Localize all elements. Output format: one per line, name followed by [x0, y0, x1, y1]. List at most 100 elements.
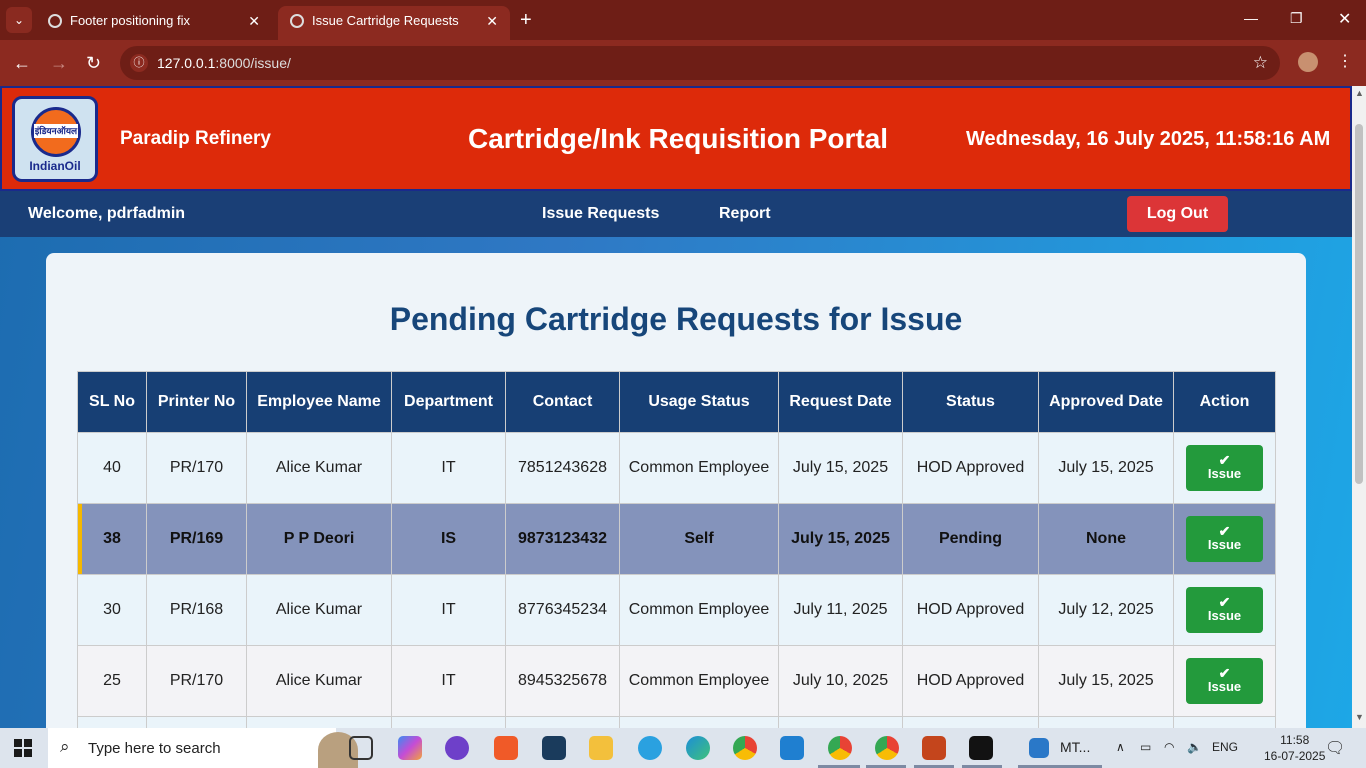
cell-status: HOD Approved [902, 432, 1039, 504]
close-window-icon[interactable]: ✕ [1338, 9, 1351, 29]
table-row-partial [77, 716, 1276, 728]
cell-printer-no: PR/169 [146, 503, 247, 575]
language-indicator[interactable]: ENG [1212, 740, 1238, 754]
browser-tab-issue-requests[interactable]: Issue Cartridge Requests ✕ [278, 6, 510, 40]
reload-icon[interactable]: ↻ [86, 53, 101, 73]
cell-action: ✔ Issue [1173, 645, 1276, 717]
close-tab-icon[interactable]: ✕ [248, 6, 260, 36]
scroll-thumb[interactable] [1355, 124, 1363, 484]
issue-button[interactable]: ✔ Issue [1186, 587, 1263, 633]
issue-button[interactable]: ✔ Issue [1186, 658, 1263, 704]
chrome-profile-2-icon[interactable] [875, 736, 899, 760]
checkmark-icon: ✔ [1218, 665, 1231, 681]
vscode-icon[interactable] [780, 736, 804, 760]
pycharm-icon[interactable] [969, 736, 993, 760]
page-viewport: इंडियनऑयल IndianOil Paradip Refinery Car… [0, 86, 1352, 728]
issue-button[interactable]: ✔ Issue [1186, 516, 1263, 562]
cell-approved-date: None [1038, 503, 1174, 575]
close-tab-icon[interactable]: ✕ [486, 6, 498, 36]
windows-start-icon[interactable] [14, 739, 32, 757]
cell-action: ✔ Issue [1173, 574, 1276, 646]
brave-browser-icon[interactable] [494, 736, 518, 760]
chrome-profile-icon[interactable] [828, 736, 852, 760]
issue-button[interactable]: ✔ Issue [1186, 445, 1263, 491]
cell-usage-status: Common Employee [619, 432, 779, 504]
nav-issue-requests[interactable]: Issue Requests [542, 205, 659, 223]
mt-app-label[interactable]: MT... [1060, 739, 1090, 755]
meeting-app-icon[interactable] [1029, 738, 1049, 758]
requests-table: SL No Printer No Employee Name Departmen… [77, 371, 1276, 728]
page-scrollbar[interactable]: ▲ ▼ [1352, 86, 1366, 728]
search-placeholder: Type here to search [88, 740, 221, 757]
back-arrow-icon[interactable]: ← [13, 53, 31, 73]
issue-label: Issue [1207, 537, 1242, 552]
cell-contact: 8776345234 [505, 574, 620, 646]
github-desktop-icon[interactable] [445, 736, 469, 760]
tray-device-icon[interactable]: ▭ [1140, 740, 1151, 754]
copilot-icon[interactable] [398, 736, 422, 760]
tab-search-chevron-icon[interactable]: ⌄ [6, 7, 32, 33]
cell-department: IT [391, 432, 506, 504]
logo-text: IndianOil [29, 159, 81, 173]
prime-video-icon[interactable] [542, 736, 566, 760]
telegram-icon[interactable] [638, 736, 662, 760]
restore-icon[interactable]: ❐ [1290, 10, 1303, 27]
page-title: Pending Cartridge Requests for Issue [389, 301, 963, 337]
clock-time: 11:58 [1280, 733, 1310, 747]
cell-department: IT [391, 574, 506, 646]
new-tab-plus-icon[interactable]: + [520, 8, 532, 32]
cell-department: IT [391, 645, 506, 717]
powerpoint-icon[interactable] [922, 736, 946, 760]
checkmark-icon: ✔ [1218, 594, 1231, 610]
col-approved-date: Approved Date [1038, 371, 1174, 433]
bookmark-star-icon[interactable]: ☆ [1253, 46, 1268, 80]
col-usage-status: Usage Status [619, 371, 779, 433]
cell-contact: 8945325678 [505, 645, 620, 717]
cell-printer-no: PR/170 [146, 432, 247, 504]
taskbar-search-box[interactable]: ⌕ Type here to search [48, 728, 358, 768]
volume-icon[interactable]: 🔈 [1187, 740, 1202, 754]
chrome-icon[interactable] [733, 736, 757, 760]
cell-request-date: July 10, 2025 [778, 645, 903, 717]
forward-arrow-icon[interactable]: → [50, 53, 68, 73]
cell-approved-date: July 15, 2025 [1038, 645, 1174, 717]
portal-title: Cartridge/Ink Requisition Portal [468, 123, 889, 154]
cell-employee-name: Alice Kumar [246, 432, 392, 504]
requests-card: Pending Cartridge Requests for Issue SL … [46, 253, 1306, 728]
globe-icon [290, 14, 304, 28]
browser-tab-footer-fix[interactable]: Footer positioning fix ✕ [36, 6, 272, 40]
cell-contact: 7851243628 [505, 432, 620, 504]
taskbar-clock[interactable]: 11:58 16-07-2025 [1264, 732, 1325, 764]
url-field[interactable]: ⓘ 127.0.0.1:8000/issue/ ☆ [120, 46, 1280, 80]
windows-taskbar: ⌕ Type here to search MT... ∧ ▭ ◠ 🔈 ENG … [0, 728, 1366, 768]
checkmark-icon: ✔ [1218, 523, 1231, 539]
col-status: Status [902, 371, 1039, 433]
cell-employee-name: P P Deori [246, 503, 392, 575]
scroll-down-icon[interactable]: ▼ [1355, 712, 1364, 722]
notification-icon[interactable]: 🗨 [1325, 738, 1345, 758]
cell-request-date: July 15, 2025 [778, 503, 903, 575]
indianoil-logo: इंडियनऑयल IndianOil [12, 96, 98, 182]
nav-report[interactable]: Report [719, 205, 771, 223]
tray-chevron-up-icon[interactable]: ∧ [1116, 740, 1125, 754]
minimize-icon[interactable]: — [1244, 10, 1258, 26]
edge-icon[interactable] [686, 736, 710, 760]
cell-action: ✔ Issue [1173, 432, 1276, 504]
org-name: Paradip Refinery [120, 128, 271, 149]
wifi-icon[interactable]: ◠ [1164, 740, 1174, 754]
cell-department: IS [391, 503, 506, 575]
cell-sl-no: 30 [77, 574, 147, 646]
browser-menu-icon[interactable]: ⋮ [1337, 51, 1353, 71]
site-info-icon[interactable]: ⓘ [130, 54, 148, 72]
col-contact: Contact [505, 371, 620, 433]
profile-avatar[interactable] [1298, 52, 1318, 72]
logo-emblem: इंडियनऑयल [31, 107, 81, 157]
logout-button[interactable]: Log Out [1127, 196, 1228, 232]
task-view-icon[interactable] [349, 736, 373, 760]
file-explorer-icon[interactable] [589, 736, 613, 760]
cell-employee-name: Alice Kumar [246, 645, 392, 717]
scroll-up-icon[interactable]: ▲ [1355, 88, 1364, 98]
tab-title: Footer positioning fix [70, 13, 190, 28]
cell-approved-date: July 12, 2025 [1038, 574, 1174, 646]
issue-label: Issue [1207, 608, 1242, 623]
